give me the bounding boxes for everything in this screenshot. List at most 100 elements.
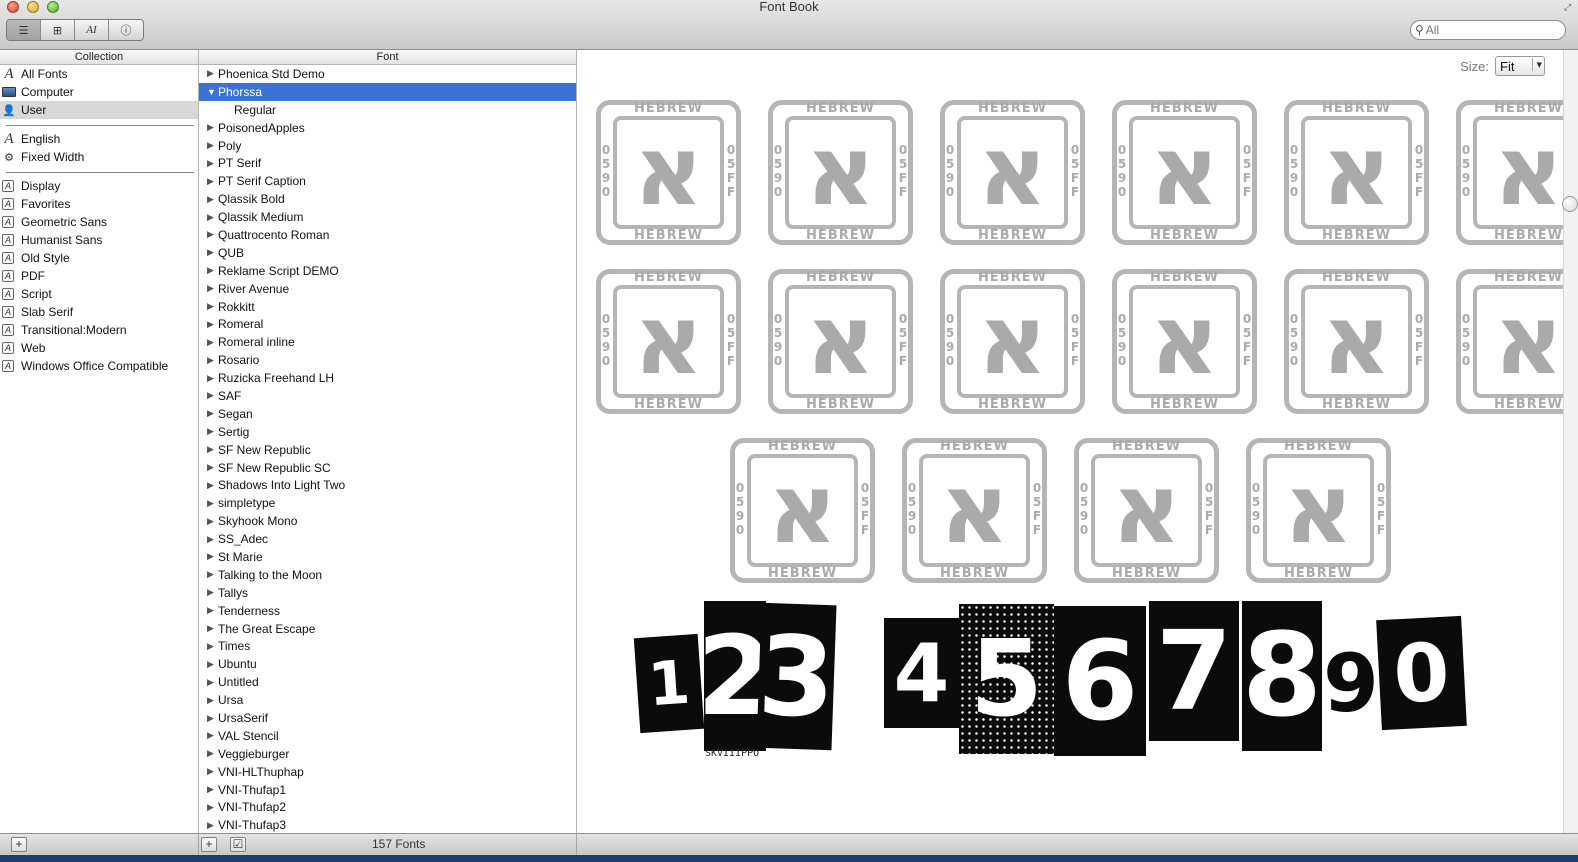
- disclosure-closed-icon[interactable]: ▶: [207, 498, 218, 509]
- collection-fixed-width[interactable]: ⚙ Fixed Width: [0, 148, 198, 166]
- collection-old-style[interactable]: A Old Style: [0, 249, 198, 267]
- disclosure-closed-icon[interactable]: ▶: [207, 68, 218, 79]
- disclosure-closed-icon[interactable]: ▶: [207, 462, 218, 473]
- fullscreen-icon[interactable]: ⤢: [1564, 2, 1574, 12]
- font-family-row[interactable]: ▶ Sertig: [199, 423, 576, 441]
- font-family-row[interactable]: ▶ River Avenue: [199, 280, 576, 298]
- disclosure-closed-icon[interactable]: ▶: [207, 605, 218, 616]
- font-family-row[interactable]: ▶ Ursa: [199, 691, 576, 709]
- disclosure-closed-icon[interactable]: ▶: [207, 480, 218, 491]
- add-collection-button[interactable]: +: [11, 837, 27, 852]
- font-family-row[interactable]: ▶ Rosario: [199, 351, 576, 369]
- disclosure-closed-icon[interactable]: ▶: [207, 713, 218, 724]
- font-family-row[interactable]: ▶ VNI-Thufap2: [199, 799, 576, 817]
- search-input[interactable]: [1425, 23, 1546, 37]
- disclosure-closed-icon[interactable]: ▶: [207, 319, 218, 330]
- disclosure-closed-icon[interactable]: ▶: [207, 373, 218, 384]
- collection-all-fonts[interactable]: A All Fonts: [0, 65, 198, 83]
- disclosure-closed-icon[interactable]: ▶: [207, 426, 218, 437]
- font-family-row[interactable]: ▶ QUB: [199, 244, 576, 262]
- collection-pdf[interactable]: A PDF: [0, 267, 198, 285]
- disclosure-closed-icon[interactable]: ▶: [207, 766, 218, 777]
- preview-scrollbar[interactable]: [1562, 50, 1578, 833]
- font-family-row[interactable]: ▼ Phorssa: [199, 82, 576, 101]
- font-family-row[interactable]: ▶ Segan: [199, 405, 576, 423]
- font-family-row[interactable]: ▶ VNI-Thufap1: [199, 781, 576, 799]
- font-family-row[interactable]: ▶ Veggieburger: [199, 745, 576, 763]
- font-family-row[interactable]: ▶ VNI-HLThuphap: [199, 763, 576, 781]
- disclosure-closed-icon[interactable]: ▶: [207, 283, 218, 294]
- font-family-row[interactable]: ▶ Reklame Script DEMO: [199, 262, 576, 280]
- font-family-row[interactable]: ▶ Quattrocento Roman: [199, 226, 576, 244]
- font-family-row[interactable]: ▶ Times: [199, 638, 576, 656]
- disclosure-closed-icon[interactable]: ▶: [207, 677, 218, 688]
- collection-transitional-modern[interactable]: A Transitional:Modern: [0, 321, 198, 339]
- disclosure-closed-icon[interactable]: ▶: [207, 390, 218, 401]
- font-family-row[interactable]: ▶ SAF: [199, 387, 576, 405]
- collection-display[interactable]: A Display: [0, 177, 198, 195]
- disclosure-closed-icon[interactable]: ▶: [207, 337, 218, 348]
- collection-slab-serif[interactable]: A Slab Serif: [0, 303, 198, 321]
- collection-computer[interactable]: Computer: [0, 83, 198, 101]
- disclosure-closed-icon[interactable]: ▶: [207, 140, 218, 151]
- font-family-row[interactable]: ▶ VAL Stencil: [199, 727, 576, 745]
- disclosure-closed-icon[interactable]: ▶: [207, 408, 218, 419]
- add-font-button[interactable]: +: [201, 837, 217, 852]
- disclosure-closed-icon[interactable]: ▶: [207, 176, 218, 187]
- sample-view-button[interactable]: AI: [75, 20, 109, 40]
- font-family-row[interactable]: ▶ UrsaSerif: [199, 709, 576, 727]
- collection-english[interactable]: A English: [0, 130, 198, 148]
- disclosure-closed-icon[interactable]: ▶: [207, 158, 218, 169]
- font-family-row[interactable]: ▶ SF New Republic: [199, 441, 576, 459]
- disclosure-closed-icon[interactable]: ▶: [207, 659, 218, 670]
- font-family-row[interactable]: ▶ The Great Escape: [199, 620, 576, 638]
- disclosure-closed-icon[interactable]: ▶: [207, 355, 218, 366]
- disclosure-closed-icon[interactable]: ▶: [207, 569, 218, 580]
- collection-geometric-sans[interactable]: A Geometric Sans: [0, 213, 198, 231]
- disclosure-closed-icon[interactable]: ▶: [207, 748, 218, 759]
- font-family-row[interactable]: ▶ Tallys: [199, 584, 576, 602]
- disclosure-closed-icon[interactable]: ▶: [207, 730, 218, 741]
- font-family-row[interactable]: ▶ Tenderness: [199, 602, 576, 620]
- collection-favorites[interactable]: A Favorites: [0, 195, 198, 213]
- font-family-row[interactable]: ▶ PT Serif Caption: [199, 172, 576, 190]
- font-family-row[interactable]: ▶ Phoenica Std Demo: [199, 65, 576, 83]
- disclosure-open-icon[interactable]: ▼: [207, 87, 218, 97]
- collection-humanist-sans[interactable]: A Humanist Sans: [0, 231, 198, 249]
- disclosure-closed-icon[interactable]: ▶: [207, 247, 218, 258]
- font-family-row[interactable]: ▶ simpletype: [199, 494, 576, 512]
- disclosure-closed-icon[interactable]: ▶: [207, 265, 218, 276]
- font-family-row[interactable]: ▶ VNI-Thufap3: [199, 816, 576, 833]
- disclosure-closed-icon[interactable]: ▶: [207, 695, 218, 706]
- font-face-row[interactable]: Regular: [199, 101, 576, 119]
- font-family-row[interactable]: ▶ Romeral: [199, 315, 576, 333]
- disclosure-closed-icon[interactable]: ▶: [207, 623, 218, 634]
- disclosure-closed-icon[interactable]: ▶: [207, 641, 218, 652]
- scroll-knob[interactable]: [1562, 196, 1578, 212]
- collection-windows-office-compatible[interactable]: A Windows Office Compatible: [0, 357, 198, 375]
- grid-view-button[interactable]: ⊞: [41, 20, 75, 40]
- font-family-row[interactable]: ▶ Untitled: [199, 673, 576, 691]
- font-family-row[interactable]: ▶ Romeral inline: [199, 333, 576, 351]
- disclosure-closed-icon[interactable]: ▶: [207, 784, 218, 795]
- font-family-row[interactable]: ▶ Rokkitt: [199, 298, 576, 316]
- collection-script[interactable]: A Script: [0, 285, 198, 303]
- info-view-button[interactable]: ⓘ: [109, 20, 143, 40]
- font-family-row[interactable]: ▶ Poly: [199, 137, 576, 155]
- disclosure-closed-icon[interactable]: ▶: [207, 516, 218, 527]
- font-family-row[interactable]: ▶ SF New Republic SC: [199, 459, 576, 477]
- font-family-row[interactable]: ▶ Ruzicka Freehand LH: [199, 369, 576, 387]
- font-family-row[interactable]: ▶ Qlassik Medium: [199, 208, 576, 226]
- disclosure-closed-icon[interactable]: ▶: [207, 534, 218, 545]
- font-family-row[interactable]: ▶ SS_Adec: [199, 530, 576, 548]
- font-family-row[interactable]: ▶ PoisonedApples: [199, 119, 576, 137]
- disclosure-closed-icon[interactable]: ▶: [207, 229, 218, 240]
- disclosure-closed-icon[interactable]: ▶: [207, 122, 218, 133]
- disclosure-closed-icon[interactable]: ▶: [207, 802, 218, 813]
- collection-column-header[interactable]: Collection: [0, 50, 199, 65]
- list-view-button[interactable]: ☰: [7, 20, 41, 40]
- disclosure-closed-icon[interactable]: ▶: [207, 301, 218, 312]
- disclosure-closed-icon[interactable]: ▶: [207, 444, 218, 455]
- collection-web[interactable]: A Web: [0, 339, 198, 357]
- font-family-row[interactable]: ▶ Talking to the Moon: [199, 566, 576, 584]
